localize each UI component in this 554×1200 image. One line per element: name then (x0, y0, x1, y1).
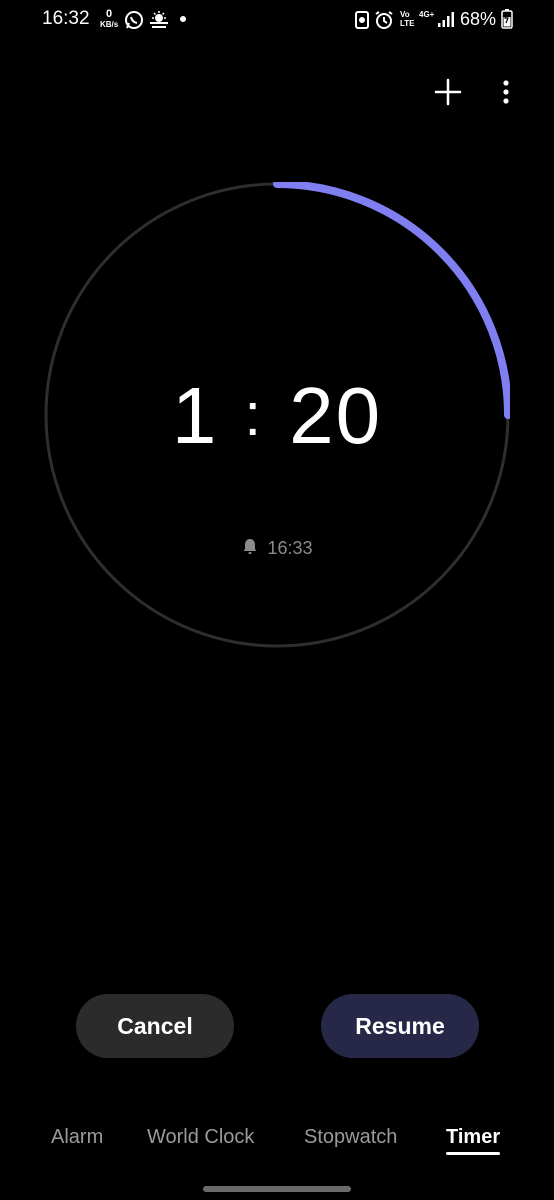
timer-remaining-display: 1:20 (0, 370, 554, 462)
tab-alarm[interactable]: Alarm (51, 1126, 103, 1149)
signal-icon (437, 10, 455, 33)
cancel-button[interactable]: Cancel (76, 994, 234, 1058)
whatsapp-icon (124, 10, 144, 35)
weather-icon (148, 10, 170, 35)
battery-icon (501, 9, 513, 34)
data-speed-indicator: 0 KB/s (100, 8, 119, 30)
bell-icon (241, 537, 259, 560)
home-indicator[interactable] (203, 1186, 351, 1192)
alarm-icon (374, 10, 394, 35)
add-timer-button[interactable] (430, 76, 466, 112)
notification-dot (180, 16, 186, 22)
bottom-tab-bar: Alarm World Clock Stopwatch Timer (0, 1126, 554, 1162)
more-options-button[interactable] (488, 76, 524, 112)
tab-timer[interactable]: Timer (446, 1126, 501, 1155)
volte-indicator: Vo LTE (400, 10, 415, 28)
status-time: 16:32 (42, 8, 90, 29)
tab-label: Alarm (51, 1126, 104, 1148)
timer-separator: : (244, 381, 264, 448)
timer-seconds: 20 (289, 371, 383, 460)
status-bar: 16:32 0 KB/s Vo LTE 4G+ 68% (0, 0, 554, 40)
network-type-indicator: 4G+ (419, 10, 435, 19)
tab-label: Stopwatch (304, 1126, 398, 1148)
resume-button[interactable]: Resume (321, 994, 479, 1058)
battery-saver-icon (354, 10, 370, 35)
top-actions (430, 76, 524, 112)
battery-percentage: 68% (460, 9, 497, 29)
more-vertical-icon (502, 79, 510, 110)
tab-label: Timer (446, 1126, 501, 1148)
tab-stopwatch[interactable]: Stopwatch (304, 1126, 397, 1149)
data-speed-value: 0 (105, 8, 113, 20)
active-tab-indicator (446, 1152, 501, 1155)
data-speed-unit: KB/s (100, 20, 119, 29)
timer-minutes: 1 (171, 371, 219, 460)
tab-label: World Clock (147, 1126, 255, 1148)
tab-world-clock[interactable]: World Clock (147, 1126, 254, 1149)
plus-icon (434, 78, 462, 111)
end-time-label: 16:33 (267, 538, 313, 558)
timer-end-time: 16:33 (0, 537, 554, 560)
